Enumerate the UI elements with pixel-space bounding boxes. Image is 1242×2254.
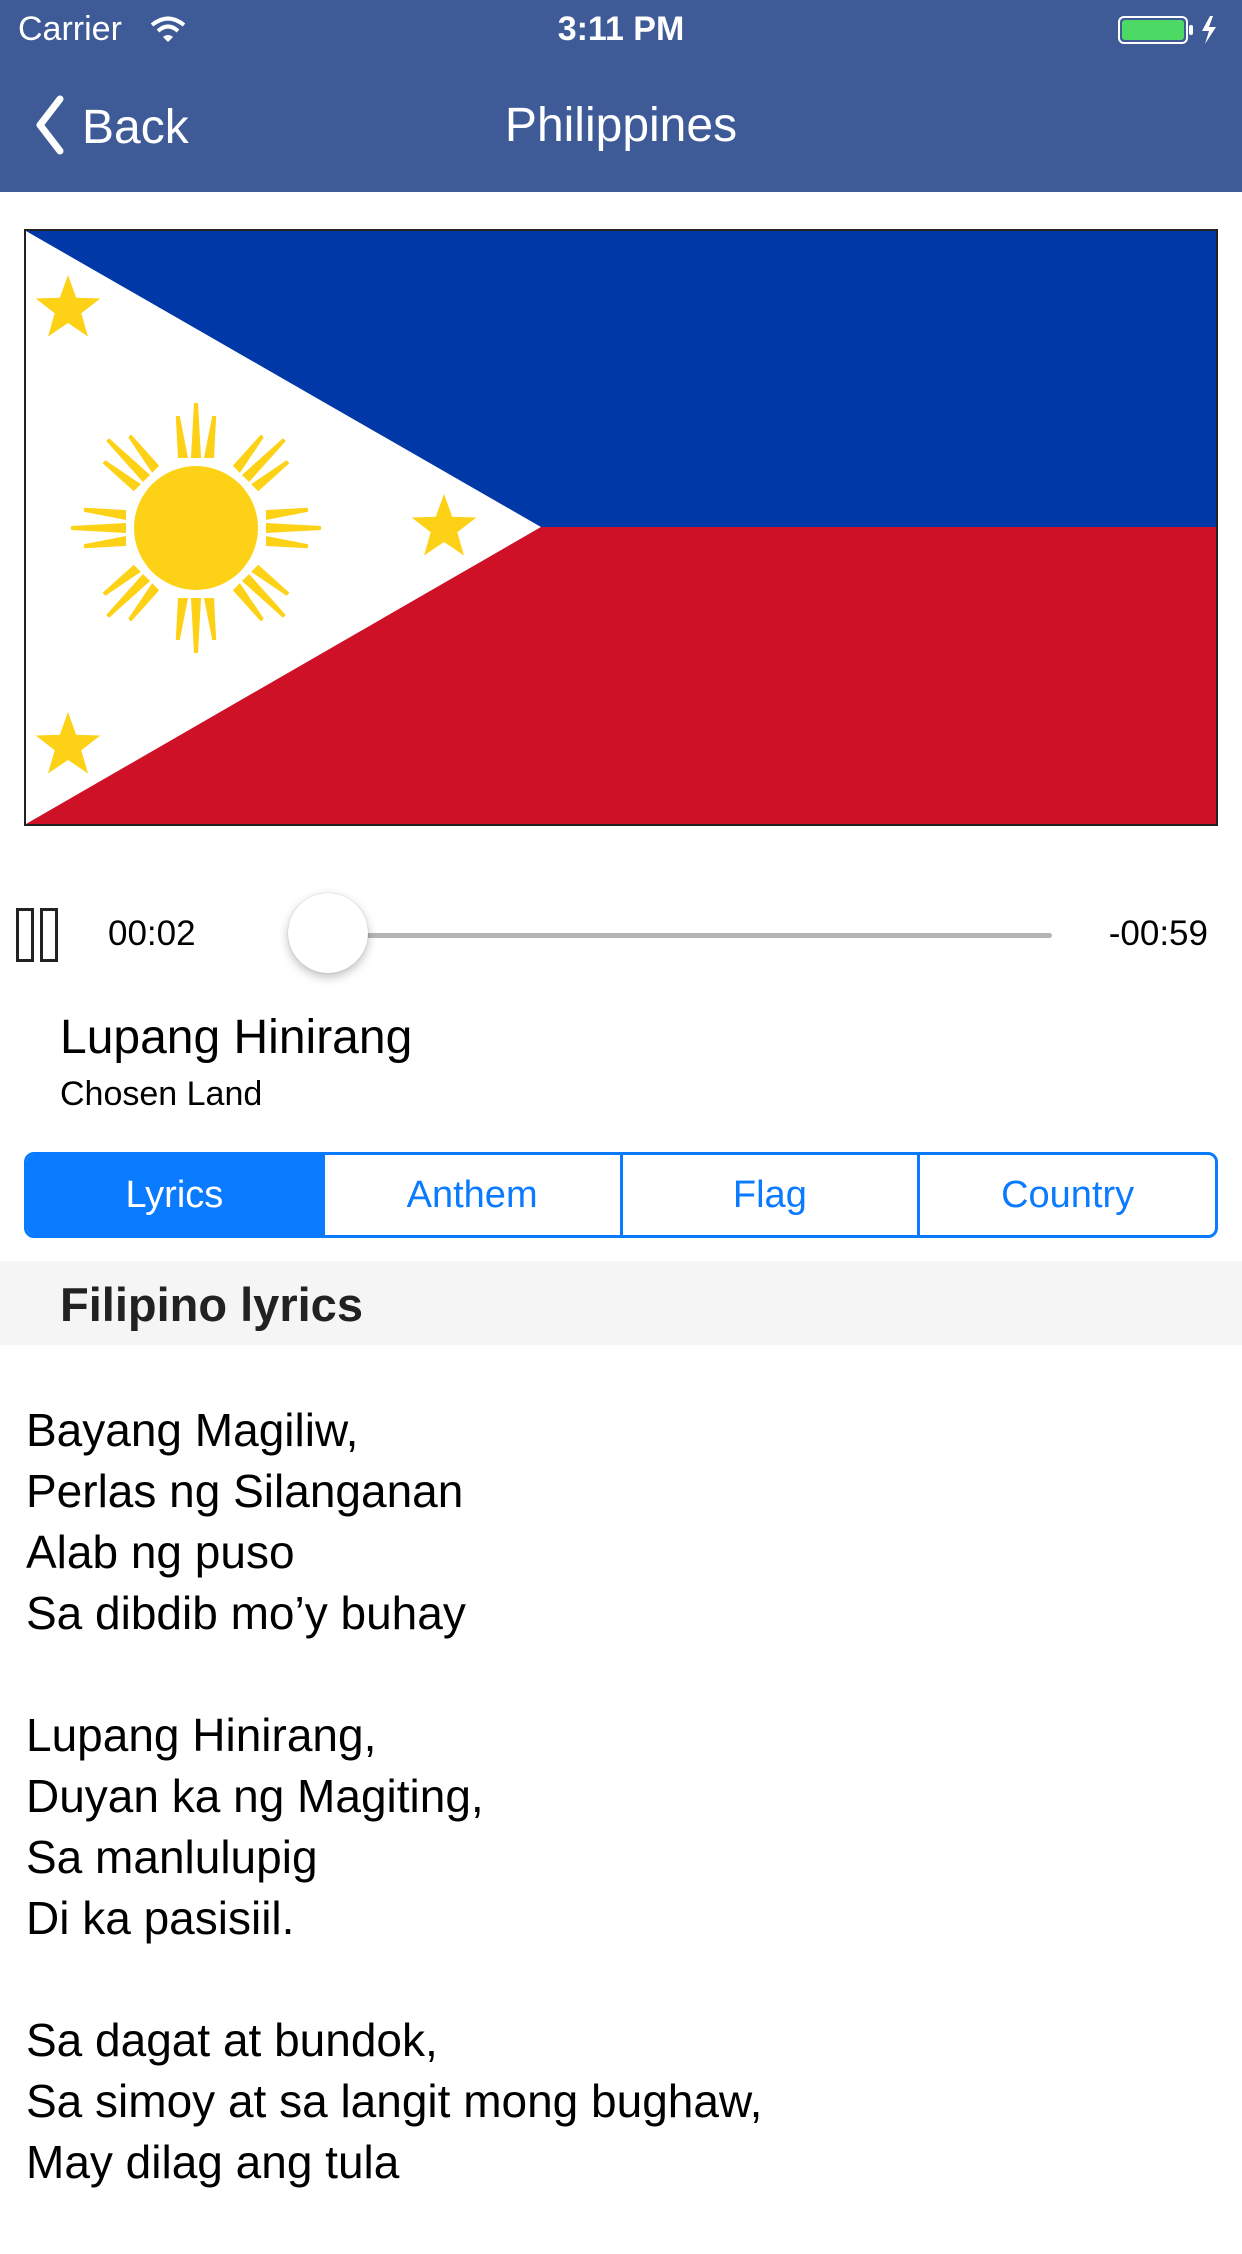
lyric-line: Sa dibdib mo’y buhay xyxy=(26,1587,466,1639)
lyric-line: Sa dagat at bundok, xyxy=(26,2014,438,2066)
battery-icon xyxy=(1118,14,1228,51)
audio-player: 00:02 -00:59 xyxy=(0,893,1242,973)
status-bar: Carrier 3:11 PM xyxy=(0,0,1242,60)
lyric-line: Lupang Hinirang, xyxy=(26,1709,377,1761)
lyric-line: Bayang Magiliw, xyxy=(26,1404,359,1456)
sun-icon xyxy=(71,403,321,653)
song-title: Lupang Hinirang xyxy=(60,1011,413,1064)
stanza: Bayang Magiliw, Perlas ng Silanganan Ala… xyxy=(26,1400,1226,1644)
tab-lyrics[interactable]: Lyrics xyxy=(27,1155,322,1235)
song-subtitle: Chosen Land xyxy=(60,1075,263,1113)
section-title: Filipino lyrics xyxy=(60,1278,363,1331)
elapsed-time: 00:02 xyxy=(108,914,196,953)
stanza: Sa dagat at bundok, Sa simoy at sa langi… xyxy=(26,2010,1226,2193)
section-header: Filipino lyrics xyxy=(0,1261,1242,1345)
page-title: Philippines xyxy=(504,99,738,152)
slider-thumb[interactable] xyxy=(288,893,369,973)
navigation-bar: Carrier 3:11 PM Back Philippines xyxy=(0,0,1242,192)
lyric-line: Di ka pasisiil. xyxy=(26,1892,295,1944)
lyric-line: Sa manlulupig xyxy=(26,1831,318,1883)
tab-segmented-control: Lyrics Anthem Flag Country xyxy=(24,1152,1218,1238)
lyric-line: Sa simoy at sa langit mong bughaw, xyxy=(26,2075,763,2127)
lyric-line: Perlas ng Silanganan xyxy=(26,1465,464,1517)
tab-country[interactable]: Country xyxy=(917,1155,1215,1235)
lyric-line: Duyan ka ng Magiting, xyxy=(26,1770,484,1822)
pause-bar-icon xyxy=(40,908,58,962)
remaining-time: -00:59 xyxy=(1108,914,1208,953)
country-flag xyxy=(24,229,1218,826)
tab-anthem[interactable]: Anthem xyxy=(321,1155,620,1235)
lyrics-text: Bayang Magiliw, Perlas ng Silanganan Ala… xyxy=(26,1400,1226,2254)
stanza: Lupang Hinirang, Duyan ka ng Magiting, S… xyxy=(26,1705,1226,1949)
tab-flag[interactable]: Flag xyxy=(619,1155,918,1235)
progress-slider[interactable] xyxy=(288,893,1052,973)
pause-bar-icon xyxy=(16,908,34,962)
pause-button[interactable] xyxy=(16,908,62,962)
lyric-line: Alab ng puso xyxy=(26,1526,295,1578)
lyric-line: May dilag ang tula xyxy=(26,2136,400,2188)
status-time: 3:11 PM xyxy=(557,10,685,48)
